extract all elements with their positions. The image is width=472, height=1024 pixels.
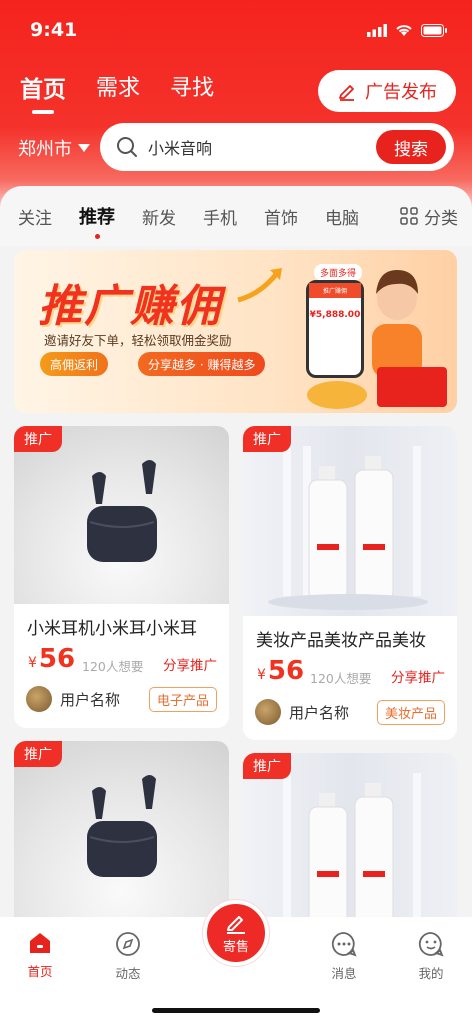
tabbar-feed-label: 动态: [115, 966, 141, 981]
category-follow[interactable]: 关注: [18, 204, 52, 229]
status-bar: 9:41: [30, 16, 448, 44]
phone-amount: ¥5,888.00: [309, 310, 361, 320]
promo-badge: 推广: [14, 741, 62, 767]
publish-ad-label: 广告发布: [365, 82, 437, 103]
search-bar[interactable]: 小米音响 搜索: [100, 123, 454, 171]
price-currency: ¥: [28, 655, 37, 671]
category-tabs: 关注 推荐 新发 手机 首饰 电脑 分类: [0, 186, 472, 246]
tabbar-mine-label: 我的: [418, 966, 444, 981]
search-button[interactable]: 搜索: [376, 130, 446, 164]
coins-illustration: [307, 381, 367, 409]
tab-home[interactable]: 首页: [20, 70, 66, 114]
category-tag: 电子产品: [148, 687, 217, 712]
promo-badge: 推广: [243, 426, 291, 452]
product-card[interactable]: 推广 美妆产品美妆产品美妆 ¥ 56 120人想要 分享推广 用户名称 美妆产品: [243, 426, 457, 740]
product-title: 小米耳机小米耳小米耳: [27, 619, 197, 639]
wifi-icon: [396, 24, 412, 36]
category-tag: 美妆产品: [376, 700, 445, 725]
city-label: 郑州市: [18, 139, 72, 160]
home-indicator: [152, 1008, 320, 1013]
promo-banner[interactable]: 推广赚佣 邀请好友下单，轻松领取佣金奖励 高佣返利 分享越多 · 赚得越多 多面…: [14, 250, 457, 413]
earbuds-illustration: [87, 460, 157, 562]
price-currency: ¥: [257, 667, 266, 683]
search-icon: [117, 137, 137, 157]
seller-info[interactable]: 用户名称: [26, 686, 120, 712]
tabbar-messages[interactable]: 消息: [314, 931, 374, 982]
product-card[interactable]: 推广: [14, 741, 229, 941]
consign-button[interactable]: 寄售: [203, 900, 269, 976]
seller-name: 用户名称: [60, 690, 121, 709]
tabbar-home[interactable]: 首页: [10, 931, 70, 980]
edit-icon: [227, 915, 245, 934]
character-illustration: [372, 270, 422, 378]
product-image: [243, 426, 457, 616]
battery-icon: [421, 23, 447, 37]
seller-name: 用户名称: [289, 703, 350, 722]
product-card[interactable]: 推广 小米耳机小米耳小米耳 ¥ 56 120人想要 分享推广 用户名称 电子产品: [14, 426, 229, 728]
tabbar-mine[interactable]: 我的: [401, 931, 461, 982]
category-new[interactable]: 新发: [142, 204, 176, 229]
share-promo-link[interactable]: 分享推广: [163, 654, 217, 674]
grid-icon: [400, 207, 418, 225]
tab-demand[interactable]: 需求: [96, 70, 140, 104]
avatar: [26, 686, 52, 712]
category-computer[interactable]: 电脑: [325, 204, 359, 229]
promo-badge: 推广: [14, 426, 62, 452]
want-count: 120人想要: [310, 671, 372, 686]
product-title: 美妆产品美妆产品美妆: [256, 631, 426, 651]
product-price: ¥ 56: [257, 656, 304, 686]
product-image: [14, 426, 229, 604]
tabbar-messages-label: 消息: [331, 966, 357, 981]
product-image: [14, 741, 229, 941]
smile-icon: [418, 932, 444, 957]
top-navigation: 首页 需求 寻找: [20, 70, 214, 114]
consign-label: 寄售: [222, 939, 249, 955]
product-image: [243, 753, 457, 943]
banner-title: 推广赚佣: [38, 281, 222, 332]
edit-icon: [339, 85, 354, 101]
price-value: 56: [38, 644, 76, 674]
category-jewelry[interactable]: 首饰: [264, 204, 298, 229]
avatar: [255, 699, 281, 725]
compass-icon: [116, 932, 140, 956]
earbuds-illustration: [87, 775, 157, 877]
phone-header: 推广赚佣: [309, 283, 361, 298]
phone-illustration: 推广赚佣 ¥5,888.00: [306, 280, 364, 378]
category-recommend[interactable]: 推荐: [79, 203, 115, 239]
banner-pill-share: 分享越多 · 赚得越多: [138, 352, 266, 376]
share-promo-link[interactable]: 分享推广: [391, 666, 445, 686]
home-icon: [30, 933, 50, 953]
tabbar-home-label: 首页: [27, 964, 53, 979]
banner-pill-commission: 高佣返利: [40, 352, 109, 376]
product-price: ¥ 56: [28, 644, 75, 674]
up-arrow-icon: [237, 268, 282, 303]
banner-subtitle: 邀请好友下单，轻松领取佣金奖励: [44, 333, 232, 348]
cosmetics-illustration: [268, 446, 428, 610]
search-input[interactable]: 小米音响: [148, 135, 376, 159]
tab-find[interactable]: 寻找: [170, 70, 214, 104]
chevron-down-icon: [78, 144, 90, 152]
category-all-label: 分类: [424, 208, 458, 229]
category-phone[interactable]: 手机: [203, 204, 237, 229]
chat-icon: [331, 932, 357, 957]
promo-badge: 推广: [243, 753, 291, 779]
want-count: 120人想要: [82, 659, 144, 674]
price-value: 56: [267, 656, 305, 686]
category-all-button[interactable]: 分类: [400, 204, 458, 229]
seller-info[interactable]: 用户名称: [255, 699, 349, 725]
tabbar-feed[interactable]: 动态: [98, 931, 158, 982]
signal-icon: [367, 23, 387, 37]
banner-badge: 多面多得: [314, 264, 363, 281]
system-icons: [367, 23, 448, 37]
consign-circle: 寄售: [203, 900, 269, 966]
publish-ad-button[interactable]: 广告发布: [318, 70, 456, 112]
city-selector[interactable]: 郑州市: [18, 135, 90, 161]
product-card[interactable]: 推广: [243, 753, 457, 943]
status-time: 9:41: [30, 19, 78, 41]
cosmetics-illustration: [283, 773, 421, 928]
gift-box-illustration: [377, 367, 447, 407]
